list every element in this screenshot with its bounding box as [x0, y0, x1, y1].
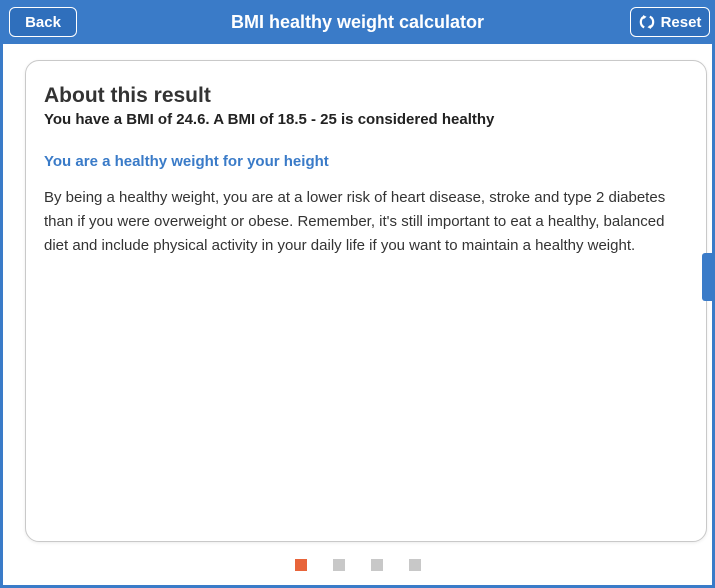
back-button-label: Back — [25, 13, 61, 31]
result-status: You are a healthy weight for your height — [44, 153, 329, 170]
page-dot-4[interactable] — [408, 559, 421, 571]
page-dot-2[interactable] — [332, 559, 345, 571]
result-description: By being a healthy weight, you are at a … — [44, 189, 666, 254]
result-content: About this result You have a BMI of 24.6… — [44, 83, 684, 258]
page-dot-3[interactable] — [370, 559, 383, 571]
reset-button-label: Reset — [660, 13, 702, 31]
top-bar: Back BMI healthy weight calculator Reset — [3, 0, 712, 44]
page-indicator — [3, 559, 712, 571]
app-window: Back BMI healthy weight calculator Reset… — [0, 0, 715, 588]
bmi-summary: You have a BMI of 24.6. A BMI of 18.5 - … — [44, 111, 495, 128]
reset-button[interactable]: Reset — [630, 7, 710, 37]
page-dot-1[interactable] — [294, 559, 307, 571]
page-title: BMI healthy weight calculator — [230, 12, 485, 32]
side-feedback-tab[interactable] — [702, 253, 712, 301]
result-card: About this result You have a BMI of 24.6… — [25, 60, 707, 542]
result-heading: About this result — [44, 84, 211, 107]
refresh-icon — [639, 14, 655, 30]
back-button[interactable]: Back — [9, 7, 77, 37]
